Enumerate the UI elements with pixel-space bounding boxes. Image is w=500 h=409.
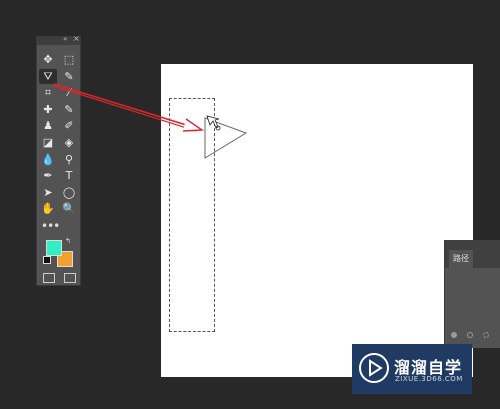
- blur-icon[interactable]: 💧: [39, 152, 57, 167]
- paths-panel-tabbar: 路径: [445, 240, 500, 268]
- paint-bucket-icon[interactable]: ◈: [60, 135, 78, 150]
- swap-colors-icon[interactable]: ↰: [65, 237, 71, 245]
- foreground-color-swatch[interactable]: [46, 240, 62, 256]
- healing-brush-icon[interactable]: ✚: [39, 102, 57, 117]
- tools-panel-header[interactable]: « ×: [37, 34, 80, 45]
- load-selection-icon[interactable]: [483, 332, 489, 338]
- eyedropper-icon[interactable]: ⁄: [60, 85, 78, 100]
- zoom-icon[interactable]: 🔍: [60, 201, 78, 216]
- paths-panel: 路径: [444, 240, 500, 348]
- crop-icon[interactable]: ⌗: [39, 85, 57, 100]
- tools-panel: « × ✥ ⬚ ⛛ ✎ ⌗ ⁄ ✚ ✎ ♟ ✐ ◪ ◈ 💧 ⚲ ✒ T ➤ ◯ ✋ 🔍 ••• ↰: [36, 34, 81, 286]
- ellipse-icon[interactable]: ◯: [60, 185, 78, 200]
- tab-paths[interactable]: 路径: [449, 250, 473, 268]
- paths-panel-footer: [445, 330, 500, 342]
- collapse-icon[interactable]: «: [63, 35, 67, 43]
- play-logo-icon: [359, 353, 389, 383]
- screen-mode-icon[interactable]: [64, 273, 76, 283]
- eraser-icon[interactable]: ◪: [39, 135, 57, 150]
- pen-icon[interactable]: ✒: [39, 168, 57, 183]
- more-tools-icon[interactable]: •••: [41, 219, 60, 233]
- brush-icon[interactable]: ✎: [60, 102, 78, 117]
- rectangular-selection: [169, 98, 215, 332]
- type-icon[interactable]: T: [60, 168, 78, 183]
- quick-mask-icon[interactable]: [43, 273, 55, 283]
- close-icon[interactable]: ×: [73, 34, 80, 43]
- default-colors-icon[interactable]: [43, 256, 51, 264]
- dodge-icon[interactable]: ⚲: [60, 152, 78, 167]
- hand-icon[interactable]: ✋: [39, 201, 57, 216]
- clone-stamp-icon[interactable]: ♟: [39, 118, 57, 133]
- path-select-icon[interactable]: ➤: [39, 185, 57, 200]
- polygonal-lasso-icon[interactable]: ⛛: [39, 68, 57, 84]
- watermark-url: ZIXUE.3D66.COM: [395, 375, 463, 383]
- stroke-path-icon[interactable]: [467, 332, 473, 338]
- watermark-logo: 溜溜自学 ZIXUE.3D66.COM: [352, 344, 472, 394]
- history-brush-icon[interactable]: ✐: [60, 118, 78, 133]
- fill-path-icon[interactable]: [451, 332, 457, 338]
- quick-select-icon[interactable]: ✎: [60, 69, 78, 84]
- rect-marquee-icon[interactable]: ⬚: [60, 52, 78, 67]
- move-icon[interactable]: ✥: [39, 52, 57, 67]
